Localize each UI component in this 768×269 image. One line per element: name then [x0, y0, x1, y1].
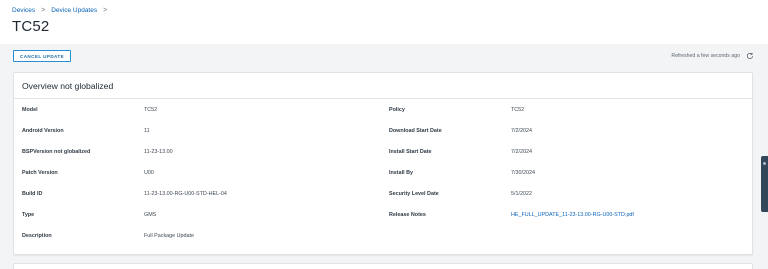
patch-version-value: U00	[144, 170, 154, 176]
refresh-icon[interactable]	[746, 52, 754, 60]
page-header: Devices > Device Updates > TC52	[0, 0, 768, 44]
build-id-label: Build ID	[22, 191, 43, 197]
type-label: Type	[22, 212, 35, 218]
side-panel-tab[interactable]	[761, 156, 768, 212]
refreshed-text: Refreshed a few seconds ago	[671, 53, 740, 59]
breadcrumb-separator: >	[103, 7, 108, 14]
android-version-label: Android Version	[22, 128, 64, 134]
release-notes-link[interactable]: HE_FULL_UPDATE_11-23-13.00-RG-U00-STD.pd…	[511, 212, 634, 219]
overview-card-title: Overview not globalized	[14, 73, 752, 99]
description-value: Full Package Update	[144, 233, 195, 239]
security-level-date-value: 5/1/2022	[511, 191, 532, 197]
policy-value: TC52	[511, 107, 525, 113]
bsp-version-value: 11-23-13.00	[144, 149, 173, 155]
breadcrumb: Devices > Device Updates >	[12, 7, 113, 14]
install-by-label: Install By	[389, 170, 413, 176]
install-start-date-label: Install Start Date	[389, 149, 432, 155]
breadcrumb-device-updates-link[interactable]: Device Updates	[51, 7, 97, 14]
security-level-date-label: Security Level Date	[389, 191, 439, 197]
download-start-date-label: Download Start Date	[389, 128, 442, 134]
bsp-version-label: BSPVersion not globalized	[22, 149, 91, 155]
cancel-update-button[interactable]: CANCEL UPDATE	[13, 50, 72, 62]
refresh-status: Refreshed a few seconds ago	[671, 52, 754, 60]
patch-version-label: Patch Version	[22, 170, 58, 176]
install-by-value: 7/30/2024	[511, 170, 535, 176]
side-panel-handle-icon	[763, 162, 766, 165]
secondary-card	[13, 263, 753, 269]
android-version-value: 11	[144, 128, 150, 134]
model-label: Model	[22, 107, 38, 113]
model-value: TC52	[144, 107, 158, 113]
install-start-date-value: 7/2/2024	[511, 149, 532, 155]
release-notes-label: Release Notes	[389, 212, 426, 218]
type-value: GMS	[144, 212, 157, 218]
breadcrumb-separator: >	[41, 7, 46, 14]
policy-label: Policy	[389, 107, 405, 113]
description-label: Description	[22, 233, 52, 239]
page-title: TC52	[12, 18, 50, 35]
overview-card: Overview not globalized Model TC52 Andro…	[13, 72, 753, 255]
download-start-date-value: 7/2/2024	[511, 128, 532, 134]
breadcrumb-devices-link[interactable]: Devices	[12, 7, 35, 14]
main-content: CANCEL UPDATE Refreshed a few seconds ag…	[0, 44, 768, 269]
build-id-value: 11-23-13.00-RG-U00-STD-HEL-04	[144, 191, 227, 197]
